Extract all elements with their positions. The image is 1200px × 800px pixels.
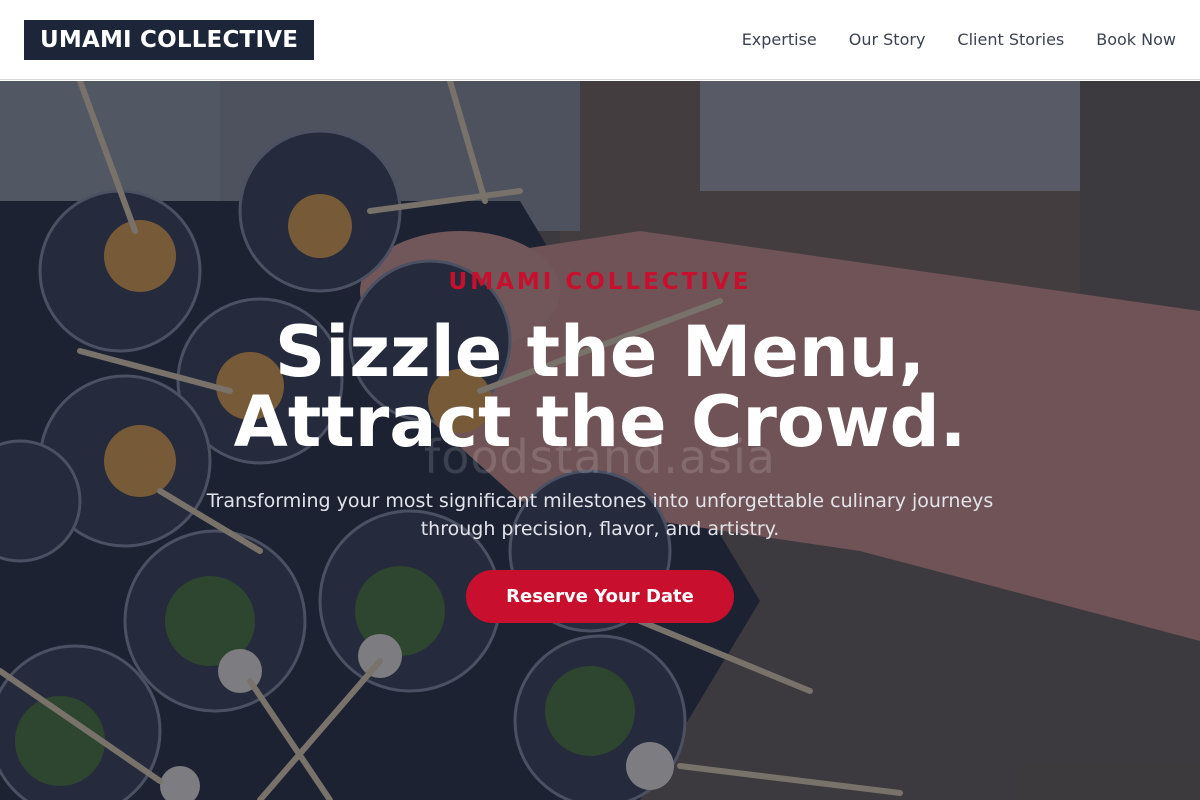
headline-line-2: Attract the Crowd. [233, 381, 967, 463]
subtitle-line-1: Transforming your most significant miles… [206, 490, 994, 512]
reserve-date-button[interactable]: Reserve Your Date [466, 570, 734, 623]
subtitle-line-2: through precision, flavor, and artistry. [420, 518, 780, 540]
hero-section: foodstand.asia UMAMI COLLECTIVE Sizzle t… [0, 81, 1200, 800]
headline-line-1: Sizzle the Menu, [274, 311, 926, 393]
site-header: UMAMI COLLECTIVE Expertise Our Story Cli… [0, 0, 1200, 80]
brand-logo[interactable]: UMAMI COLLECTIVE [24, 19, 315, 60]
hero-eyebrow: UMAMI COLLECTIVE [448, 269, 752, 295]
main-nav: Expertise Our Story Client Stories Book … [742, 30, 1176, 49]
hero-content: UMAMI COLLECTIVE Sizzle the Menu, Attrac… [0, 81, 1200, 800]
nav-link-our-story[interactable]: Our Story [849, 30, 926, 49]
hero-headline: Sizzle the Menu, Attract the Crowd. [0, 317, 1200, 457]
nav-link-book-now[interactable]: Book Now [1096, 30, 1176, 49]
nav-link-client-stories[interactable]: Client Stories [957, 30, 1064, 49]
hero-subtitle: Transforming your most significant miles… [180, 487, 1020, 543]
nav-link-expertise[interactable]: Expertise [742, 30, 817, 49]
